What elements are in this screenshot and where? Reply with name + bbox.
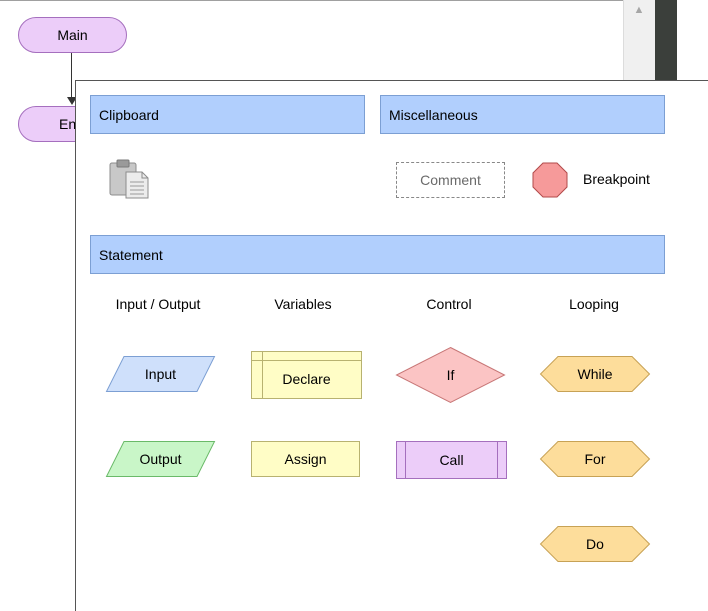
column-input-output-heading: Input / Output	[115, 296, 201, 312]
clipboard-paste-icon[interactable]	[108, 158, 152, 200]
end-node-label: En	[59, 116, 77, 132]
call-shape[interactable]: Call	[396, 441, 507, 479]
section-statement: Statement	[90, 235, 665, 274]
section-miscellaneous-label: Miscellaneous	[389, 106, 478, 123]
section-clipboard: Clipboard	[90, 95, 365, 134]
while-label: While	[577, 366, 613, 382]
scroll-up-arrow-icon[interactable]: ▲	[631, 2, 647, 18]
octagon-icon[interactable]	[532, 162, 568, 198]
output-shape[interactable]: Output	[105, 441, 216, 477]
column-looping-heading: Looping	[569, 296, 619, 312]
input-shape[interactable]: Input	[105, 356, 216, 392]
assign-shape[interactable]: Assign	[251, 441, 360, 477]
for-shape[interactable]: For	[539, 441, 651, 477]
section-miscellaneous: Miscellaneous	[380, 95, 665, 134]
call-label: Call	[439, 452, 464, 468]
if-shape[interactable]: If	[395, 346, 506, 404]
comment-label: Comment	[420, 172, 481, 188]
flow-connector	[71, 53, 72, 99]
section-statement-label: Statement	[99, 246, 163, 263]
do-shape[interactable]: Do	[539, 526, 651, 562]
canvas-top-border	[0, 0, 625, 1]
input-label: Input	[144, 366, 177, 382]
declare-shape[interactable]: Declare	[251, 351, 362, 399]
column-variables-heading: Variables	[274, 296, 332, 312]
breakpoint-label[interactable]: Breakpoint	[583, 171, 650, 187]
do-label: Do	[586, 536, 604, 552]
if-label: If	[446, 367, 455, 383]
output-label: Output	[139, 451, 182, 467]
main-node-label: Main	[57, 27, 88, 43]
column-control-heading: Control	[426, 296, 472, 312]
window-edge	[655, 0, 677, 80]
for-label: For	[584, 451, 606, 467]
main-node[interactable]: Main	[18, 17, 127, 53]
comment-shape[interactable]: Comment	[396, 162, 505, 198]
section-clipboard-label: Clipboard	[99, 106, 159, 123]
assign-label: Assign	[284, 451, 327, 467]
while-shape[interactable]: While	[539, 356, 651, 392]
declare-label: Declare	[282, 371, 331, 387]
